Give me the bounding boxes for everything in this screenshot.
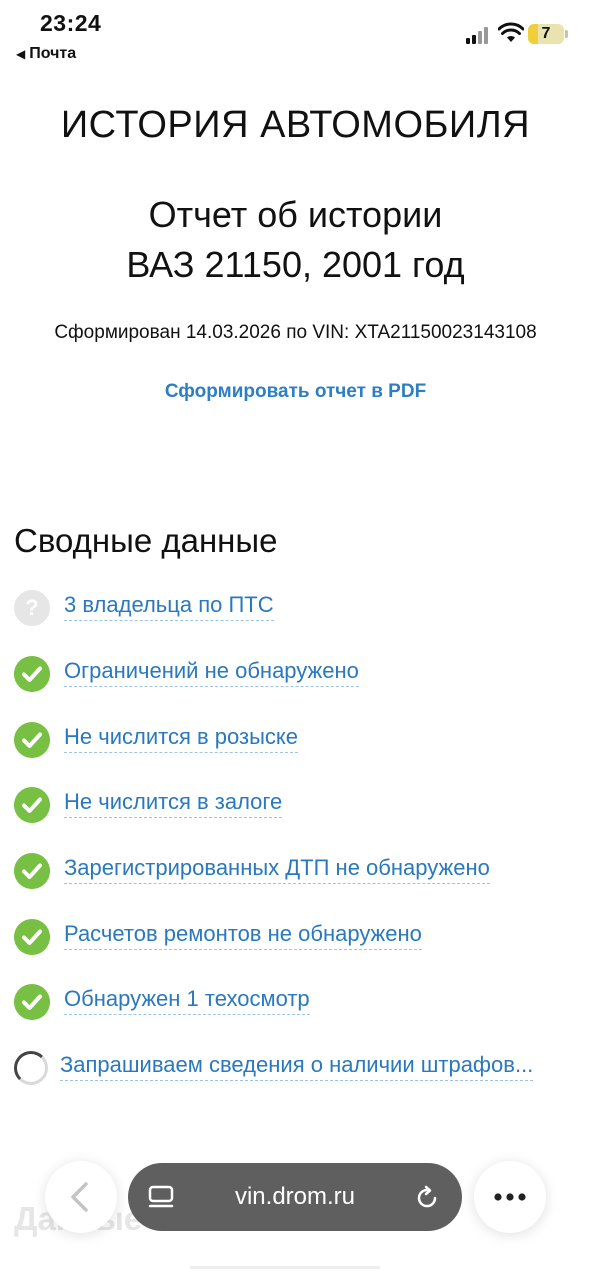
wifi-icon [498,22,524,42]
report-title: Отчет об истории ВАЗ 21150, 2001 год [0,190,591,290]
battery-icon: 7 [528,24,564,44]
summary-item-fines[interactable]: Запрашиваем сведения о наличии штрафов..… [14,1050,584,1090]
generated-info: Сформирован 14.03.2026 по VIN: XTA211500… [54,322,537,343]
summary-item-restrictions[interactable]: Ограничений не обнаружено [14,656,584,696]
chevron-left-icon [71,1182,88,1212]
site-title: ИСТОРИЯ АВТОМОБИЛЯ [60,104,531,146]
check-icon [14,656,50,692]
check-icon [14,853,50,889]
battery-tip [565,30,568,38]
more-dots-icon [494,1193,526,1201]
check-icon [14,919,50,955]
loading-spinner-icon [14,1051,48,1085]
address-bar[interactable]: vin.drom.ru [128,1163,462,1231]
summary-item-label[interactable]: Зарегистрированных ДТП не обнаружено [64,855,490,884]
cellular-signal-icon [466,26,492,44]
check-icon [14,722,50,758]
summary-item-label[interactable]: Расчетов ремонтов не обнаружено [64,921,422,950]
question-icon: ? [14,590,50,626]
summary-item-owners[interactable]: ? 3 владельца по ПТС [14,590,584,630]
status-bar: 23:24 ◀ Почта 7 [0,0,591,70]
back-to-app-link[interactable]: ◀ Почта [16,45,76,63]
summary-item-label[interactable]: Запрашиваем сведения о наличии штрафов..… [60,1052,534,1081]
summary-item-label[interactable]: Обнаружен 1 техосмотр [64,986,310,1015]
generate-pdf-link[interactable]: Сформировать отчет в PDF [0,381,591,403]
summary-item-wanted[interactable]: Не числится в розыске [14,722,584,762]
more-options-button[interactable] [474,1161,546,1233]
check-icon [14,984,50,1020]
summary-item-label[interactable]: Не числится в розыске [64,724,298,753]
summary-item-label[interactable]: Не числится в залоге [64,789,283,818]
report-title-line-1: Отчет об истории [148,194,443,235]
status-time: 23:24 [40,10,102,36]
summary-item-inspection[interactable]: Обнаружен 1 техосмотр [14,984,584,1024]
url-text[interactable]: vin.drom.ru [128,1163,462,1231]
reload-icon[interactable] [414,1185,440,1211]
summary-item-pledge[interactable]: Не числится в залоге [14,787,584,827]
battery-level: 7 [541,25,551,42]
back-triangle-icon: ◀ [16,47,26,61]
check-icon [14,787,50,823]
browser-back-button[interactable] [45,1161,117,1233]
report-title-line-2: ВАЗ 21150, 2001 год [126,244,465,285]
summary-item-label[interactable]: 3 владельца по ПТС [64,592,274,621]
summary-item-repairs[interactable]: Расчетов ремонтов не обнаружено [14,919,584,959]
summary-section-title: Сводные данные [14,522,278,559]
summary-item-accidents[interactable]: Зарегистрированных ДТП не обнаружено [14,853,584,893]
back-app-label: Почта [29,45,77,62]
next-section-divider [190,1266,380,1283]
summary-item-label[interactable]: Ограничений не обнаружено [64,658,359,687]
